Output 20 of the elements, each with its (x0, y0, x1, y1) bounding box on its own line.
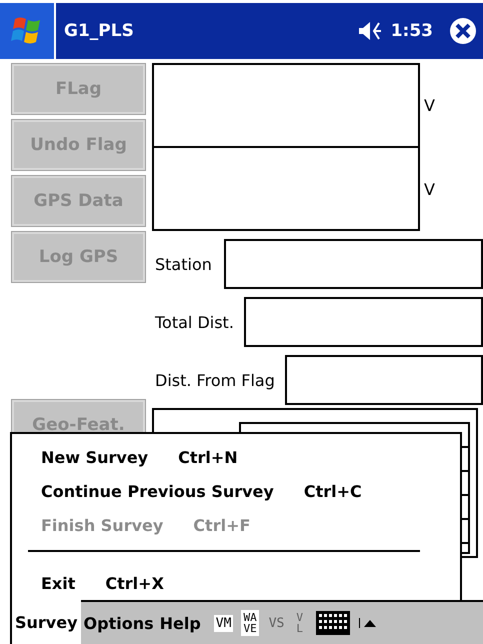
toolbar-button[interactable]: WA VE (241, 610, 259, 636)
up-arrow-icon[interactable] (358, 618, 377, 628)
menu-item[interactable]: Continue Previous Survey Ctrl+C (12, 474, 460, 508)
window-title: G1_PLS (64, 21, 135, 41)
field-label: Total Dist. (155, 312, 234, 332)
menu-tab[interactable]: Help (156, 600, 204, 644)
field-label: Dist. From Flag (155, 370, 275, 390)
input-field[interactable] (244, 297, 483, 347)
clock-time[interactable]: 1:53 (390, 21, 433, 41)
unit-label: V (424, 96, 435, 115)
input-field[interactable] (284, 355, 483, 405)
toolbar-button[interactable]: VM (214, 614, 234, 632)
menu-item[interactable]: Exit Ctrl+X (12, 566, 460, 600)
start-button[interactable] (0, 3, 56, 59)
close-icon[interactable] (449, 17, 477, 45)
field-label: Station (155, 254, 212, 274)
keyboard-icon[interactable] (314, 610, 351, 636)
unit-label: V (424, 180, 435, 199)
input-field[interactable] (224, 239, 483, 289)
menu-tab[interactable]: Options (80, 600, 157, 644)
